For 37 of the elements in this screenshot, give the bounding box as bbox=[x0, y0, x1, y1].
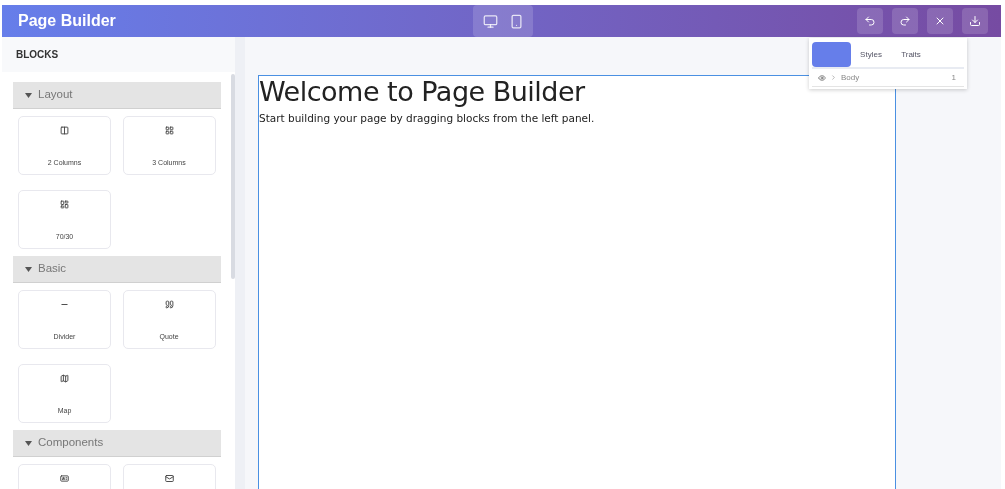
grid-icon bbox=[164, 126, 174, 135]
category-label: Components bbox=[38, 435, 104, 451]
close-button[interactable] bbox=[927, 8, 953, 34]
sidebar-heading: BLOCKS bbox=[16, 48, 59, 62]
caret-icon bbox=[25, 440, 32, 446]
chevron-icon bbox=[830, 74, 837, 81]
redo-button[interactable] bbox=[892, 8, 918, 34]
category-header[interactable]: Basic bbox=[13, 256, 221, 283]
desktop-view-button[interactable] bbox=[481, 12, 499, 30]
eye-icon[interactable] bbox=[818, 73, 826, 82]
layer-name: Body bbox=[841, 71, 861, 84]
category-label: Basic bbox=[38, 261, 67, 277]
undo-icon bbox=[864, 15, 876, 27]
category-label: Layout bbox=[38, 87, 73, 103]
map-icon bbox=[60, 374, 69, 383]
caret-icon bbox=[25, 266, 32, 272]
close-icon bbox=[934, 15, 946, 27]
mail-icon bbox=[164, 474, 174, 483]
category-header[interactable]: Layout bbox=[13, 82, 221, 109]
category-header[interactable]: Components bbox=[13, 430, 221, 457]
undo-button[interactable] bbox=[857, 8, 883, 34]
columns-icon bbox=[60, 126, 69, 135]
app-title: Page Builder bbox=[18, 11, 117, 31]
download-button[interactable] bbox=[962, 8, 988, 34]
panel-tab[interactable] bbox=[812, 42, 851, 67]
layer-row[interactable]: Body 1 bbox=[812, 69, 964, 87]
quote-icon bbox=[164, 300, 174, 309]
page-paragraph: Start building your page by dragging blocks from the left panel. bbox=[259, 111, 596, 126]
panel-tab[interactable]: Traits bbox=[891, 42, 931, 67]
id-card-icon bbox=[60, 474, 69, 483]
redo-icon bbox=[899, 15, 911, 27]
layout-icon bbox=[60, 200, 69, 209]
panel-tab[interactable]: Styles bbox=[851, 42, 891, 67]
page-heading: Welcome to Page Builder bbox=[259, 76, 585, 108]
caret-icon bbox=[25, 92, 32, 98]
layer-count: 1 bbox=[951, 71, 956, 84]
download-icon bbox=[969, 15, 981, 27]
